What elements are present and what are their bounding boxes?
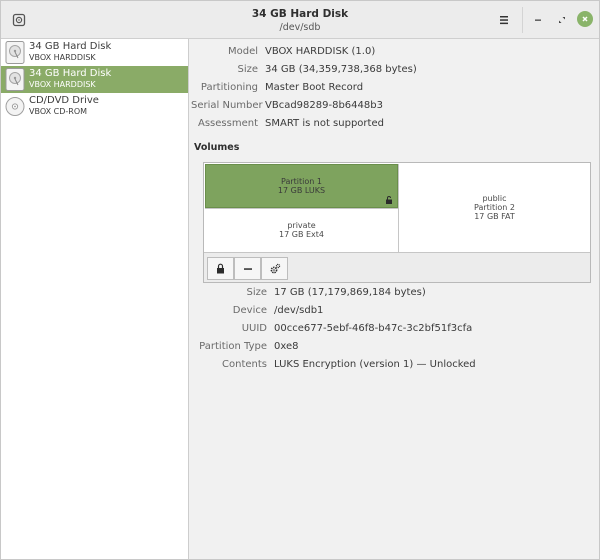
partition-detail: 17 GB LUKS: [277, 186, 326, 195]
disks-window: 34 GB Hard Disk /dev/sdb 34 GB Hard Disk…: [0, 0, 600, 560]
volume-toolbar: [204, 252, 590, 282]
partitioning-value: Master Boot Record: [265, 82, 364, 93]
size-label: Size: [237, 64, 258, 75]
maximize-icon[interactable]: [553, 10, 571, 30]
hamburger-menu-icon[interactable]: [494, 10, 514, 30]
partition-type-value: 0xe8: [274, 341, 299, 352]
drive-model: VBOX HARDDISK: [29, 53, 96, 62]
unlocked-icon: [386, 196, 392, 204]
drive-model: VBOX HARDDISK: [29, 80, 96, 89]
drive-name: 34 GB Hard Disk: [29, 68, 112, 79]
drive-sidebar: 34 GB Hard Disk VBOX HARDDISK 34 GB Hard…: [1, 39, 189, 559]
assessment-value: SMART is not supported: [265, 118, 384, 129]
titlebar-separator: [522, 7, 523, 33]
partition-name: Partition 2: [474, 203, 515, 212]
drive-name: CD/DVD Drive: [29, 95, 99, 106]
volumes-graphic: Partition 1 17 GB LUKS private 17 GB Ext…: [203, 162, 591, 283]
hard-disk-icon: [5, 68, 25, 91]
contents-label: Contents: [222, 359, 267, 370]
partition-options-button[interactable]: [261, 257, 288, 280]
volumes-heading: Volumes: [194, 142, 240, 153]
private-volume-block[interactable]: private 17 GB Ext4: [205, 208, 398, 252]
volume-name: private: [287, 221, 316, 230]
volume-label: public: [482, 194, 507, 203]
device-label: Device: [232, 305, 267, 316]
drive-model: VBOX CD-ROM: [29, 107, 88, 116]
uuid-value: 00cce677-5ebf-46f8-b47c-3c2bf51f3cfa: [274, 323, 473, 334]
delete-partition-button[interactable]: [234, 257, 261, 280]
lock-button[interactable]: [207, 257, 234, 280]
sidebar-item-hard-disk-2[interactable]: 34 GB Hard Disk VBOX HARDDISK: [1, 66, 188, 93]
size-value: 34 GB (34,359,738,368 bytes): [265, 64, 417, 75]
sidebar-item-cd-dvd-drive[interactable]: CD/DVD Drive VBOX CD-ROM: [1, 93, 188, 120]
partition-size-value: 17 GB (17,179,869,184 bytes): [274, 287, 426, 298]
partition-name: Partition 1: [281, 177, 322, 186]
model-label: Model: [227, 46, 258, 57]
hard-disk-icon: [5, 41, 25, 64]
partition-size-label: Size: [246, 287, 267, 298]
model-value: VBOX HARDDISK (1.0): [265, 46, 376, 57]
lock-icon: [217, 263, 224, 274]
uuid-label: UUID: [241, 323, 267, 334]
drive-name: 34 GB Hard Disk: [29, 41, 112, 52]
title-bar: 34 GB Hard Disk /dev/sdb: [1, 1, 599, 39]
minus-icon: [243, 267, 252, 270]
contents-value: LUKS Encryption (version 1) — Unlocked: [274, 359, 476, 370]
sidebar-item-hard-disk-1[interactable]: 34 GB Hard Disk VBOX HARDDISK: [1, 39, 188, 66]
device-value: /dev/sdb1: [274, 305, 324, 316]
minimize-icon[interactable]: [529, 10, 547, 30]
serial-number-label: Serial Number: [191, 100, 263, 111]
assessment-label: Assessment: [198, 118, 258, 129]
close-icon[interactable]: [577, 11, 593, 27]
partition-type-label: Partition Type: [199, 341, 267, 352]
partition-detail: 17 GB FAT: [474, 212, 515, 221]
gears-icon: [270, 263, 280, 273]
partitioning-label: Partitioning: [200, 82, 258, 93]
serial-number-value: VBcad98289-8b6448b3: [265, 100, 383, 111]
volume-detail: 17 GB Ext4: [279, 230, 324, 239]
partition-2-block[interactable]: public Partition 2 17 GB FAT: [398, 164, 590, 252]
partition-1-block[interactable]: Partition 1 17 GB LUKS: [205, 164, 398, 208]
optical-drive-icon: [5, 97, 25, 116]
